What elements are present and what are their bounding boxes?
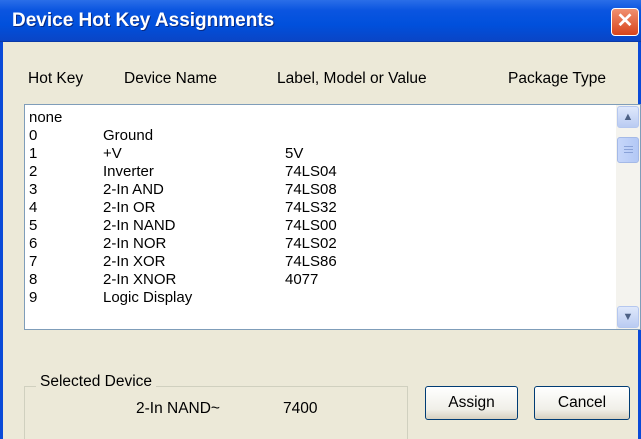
label-cell: 74LS32 (285, 199, 337, 216)
device-name-cell: 2-In OR (103, 199, 156, 216)
chevron-down-icon: ▼ (622, 311, 634, 323)
device-name-cell: 2-In NAND (103, 217, 176, 234)
device-name-cell: 2-In NOR (103, 235, 167, 252)
grip-line (624, 146, 633, 147)
grip-line (624, 149, 633, 150)
label-cell: 74LS04 (285, 163, 337, 180)
scroll-thumb[interactable] (617, 137, 639, 163)
device-name-cell: +V (103, 145, 122, 162)
scroll-up-button[interactable]: ▲ (617, 106, 639, 128)
column-header-hot-key: Hot Key (28, 70, 84, 87)
close-button[interactable]: ✕ (611, 8, 639, 36)
window-frame-left (0, 42, 3, 439)
selected-device-name: 2-In NAND~ (136, 400, 220, 417)
title-bar: Device Hot Key Assignments ✕ (0, 0, 641, 42)
device-name-cell: Inverter (103, 163, 154, 180)
label-cell: 74LS08 (285, 181, 337, 198)
hot-key-cell: 6 (29, 235, 38, 252)
vertical-scrollbar[interactable]: ▲ ▼ (616, 105, 640, 329)
hot-key-cell: 9 (29, 289, 38, 306)
label-cell: 74LS02 (285, 235, 337, 252)
label-cell: 74LS00 (285, 217, 337, 234)
hot-key-cell: none (29, 109, 63, 126)
hot-key-cell: 2 (29, 163, 38, 180)
hot-key-cell: 4 (29, 199, 38, 216)
label-cell: 74LS86 (285, 253, 337, 270)
column-header-device-name: Device Name (124, 70, 218, 87)
hot-key-cell: 7 (29, 253, 38, 270)
device-name-cell: Logic Display (103, 289, 193, 306)
hot-key-cell: 0 (29, 127, 38, 144)
column-header-package-type: Package Type (508, 70, 606, 87)
device-name-cell: Ground (103, 127, 154, 144)
window-title: Device Hot Key Assignments (12, 10, 275, 31)
scroll-down-button[interactable]: ▼ (617, 306, 639, 328)
close-icon: ✕ (616, 10, 634, 32)
hot-key-cell: 1 (29, 145, 38, 162)
device-name-cell: 2-In XNOR (103, 271, 177, 288)
grip-line (624, 152, 633, 153)
device-name-cell: 2-In XOR (103, 253, 166, 270)
hot-key-cell: 3 (29, 181, 38, 198)
column-header-label: Label, Model or Value (277, 70, 427, 87)
hot-key-cell: 5 (29, 217, 38, 234)
assign-button[interactable]: Assign (425, 386, 518, 420)
device-name-cell: 2-In AND (103, 181, 164, 198)
label-cell: 5V (285, 145, 304, 162)
selected-device-legend: Selected Device (36, 373, 157, 391)
hot-key-cell: 8 (29, 271, 38, 288)
chevron-up-icon: ▲ (622, 111, 634, 123)
device-list[interactable]: none 0 Ground 1 +V 5V 2 Inverter 74LS04 … (24, 104, 641, 330)
selected-device-value: 7400 (283, 400, 318, 417)
label-cell: 4077 (285, 271, 319, 288)
cancel-button[interactable]: Cancel (534, 386, 630, 420)
